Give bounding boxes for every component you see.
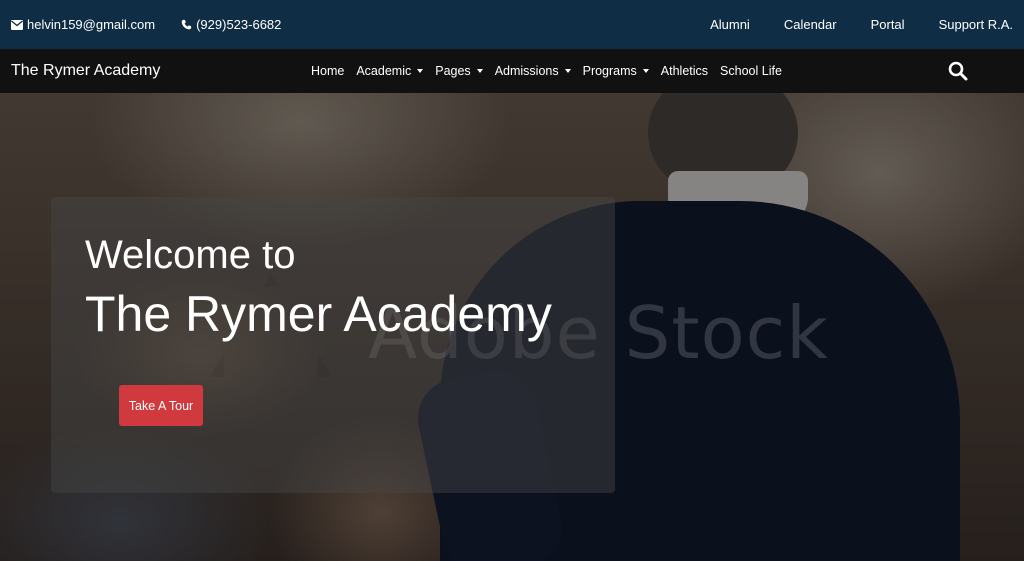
nav-label: Programs — [582, 64, 637, 78]
nav-item-admissions[interactable]: Admissions — [495, 64, 571, 78]
hero-text-box: Welcome to The Rymer Academy Take A Tour — [51, 197, 615, 493]
phone-icon — [181, 19, 192, 30]
utility-links: Alumni Calendar Portal Support R.A. — [676, 17, 1013, 32]
main-navbar: The Rymer Academy Home Academic Pages Ad… — [0, 49, 1024, 93]
link-portal[interactable]: Portal — [871, 17, 905, 32]
phone-text: (929)523-6682 — [196, 17, 282, 32]
nav-label: Athletics — [660, 64, 709, 78]
caret-down-icon — [564, 69, 571, 73]
hero-banner: Adobe Stock Welcome to The Rymer Academy… — [0, 93, 1024, 561]
nav-label: Pages — [435, 64, 471, 78]
hero-welcome-text: Welcome to — [85, 233, 296, 277]
link-alumni[interactable]: Alumni — [710, 17, 750, 32]
link-calendar[interactable]: Calendar — [784, 17, 837, 32]
nav-item-academic[interactable]: Academic — [356, 64, 424, 78]
caret-down-icon — [476, 69, 483, 73]
nav-item-school-life[interactable]: School Life — [720, 64, 782, 78]
email-contact[interactable]: helvin159@gmail.com — [11, 17, 155, 32]
search-icon — [948, 61, 968, 81]
link-support[interactable]: Support R.A. — [939, 17, 1013, 32]
take-a-tour-button[interactable]: Take A Tour — [119, 385, 203, 426]
nav-item-programs[interactable]: Programs — [583, 64, 649, 78]
envelope-icon — [11, 19, 23, 30]
nav-label: School Life — [720, 64, 782, 78]
nav-label: Home — [311, 64, 345, 78]
main-menu: Home Academic Pages Admissions Programs … — [311, 49, 794, 93]
brand-logo-text[interactable]: The Rymer Academy — [11, 62, 160, 80]
email-text: helvin159@gmail.com — [27, 17, 156, 32]
top-contact-bar: helvin159@gmail.com (929)523-6682 Alumni… — [0, 0, 1024, 49]
caret-down-icon — [642, 69, 649, 73]
nav-item-athletics[interactable]: Athletics — [661, 64, 708, 78]
nav-item-home[interactable]: Home — [311, 64, 344, 78]
phone-contact[interactable]: (929)523-6682 — [181, 17, 281, 32]
search-button[interactable] — [948, 61, 968, 86]
caret-down-icon — [417, 69, 424, 73]
nav-label: Academic — [356, 64, 412, 78]
nav-label: Admissions — [494, 64, 559, 78]
nav-item-pages[interactable]: Pages — [435, 64, 483, 78]
hero-title: The Rymer Academy — [85, 286, 552, 342]
